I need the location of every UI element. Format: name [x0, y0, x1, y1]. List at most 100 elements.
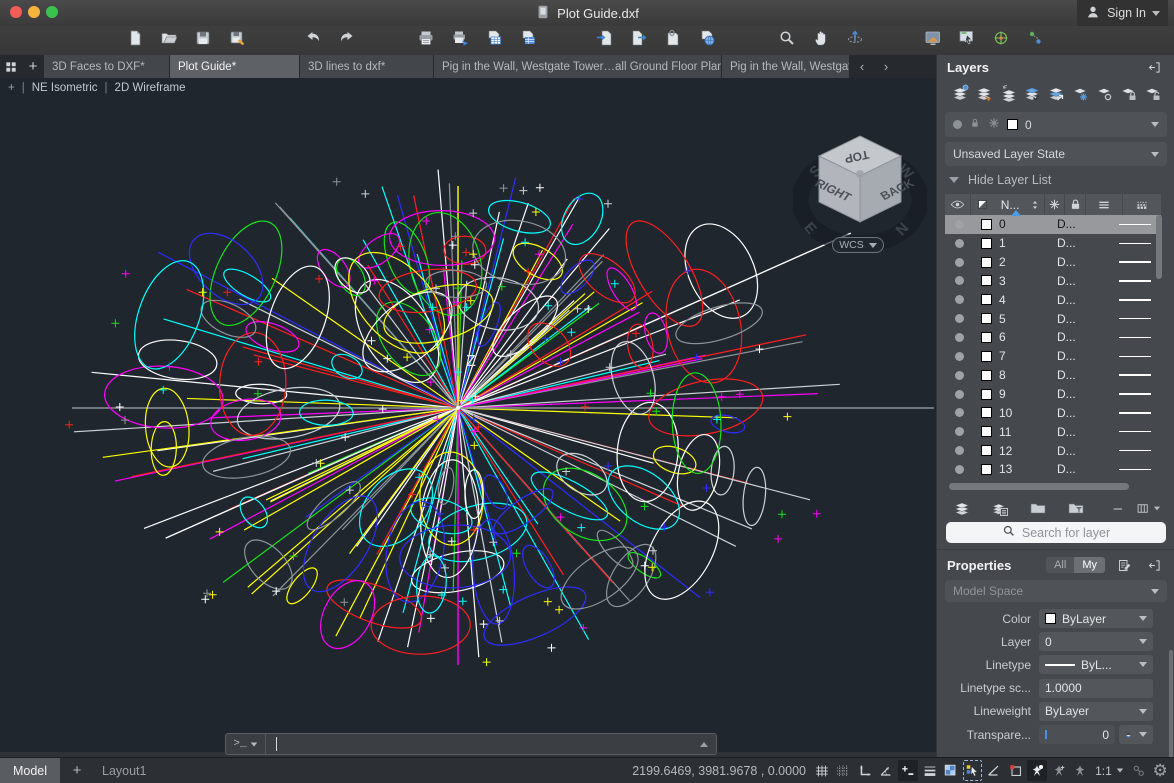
- layer-color-swatch[interactable]: [981, 351, 992, 362]
- properties-vscrollbar[interactable]: [1169, 650, 1173, 760]
- layer-color-swatch[interactable]: [981, 370, 992, 381]
- clean-screen-toggle[interactable]: [1006, 760, 1026, 781]
- new-drawing-tab-button[interactable]: +: [22, 55, 44, 78]
- column-lock[interactable]: [1065, 194, 1085, 215]
- layer-row[interactable]: 3D...: [945, 272, 1161, 291]
- linetype-scale-input[interactable]: 1.0000: [1039, 679, 1153, 698]
- column-name[interactable]: N...: [993, 194, 1027, 215]
- layer-on-icon[interactable]: [955, 276, 964, 285]
- transparency-toggle[interactable]: [941, 760, 961, 781]
- column-lineweight[interactable]: [1123, 194, 1161, 215]
- linetype-dropdown[interactable]: ByL...: [1039, 655, 1153, 674]
- save-as-button[interactable]: [224, 27, 250, 53]
- layer-on-icon[interactable]: [955, 220, 964, 229]
- layer-color-swatch[interactable]: [981, 426, 992, 437]
- transparency-mode-dropdown[interactable]: [1119, 725, 1153, 744]
- layer-search-input[interactable]: Search for layer: [946, 522, 1166, 543]
- pan-button[interactable]: [808, 27, 834, 53]
- tab-scroll-forward-button[interactable]: ›: [874, 55, 898, 78]
- tab-scroll-back-button[interactable]: ‹: [850, 55, 874, 78]
- layer-color-swatch[interactable]: [981, 464, 992, 475]
- model-canvas[interactable]: + | NE Isometric | 2D Wireframe Z S W E …: [0, 78, 936, 752]
- column-visibility[interactable]: [945, 194, 970, 215]
- export-button[interactable]: [626, 27, 652, 53]
- grid-toggle[interactable]: [812, 760, 832, 781]
- find-button[interactable]: [988, 27, 1014, 53]
- freeze-layer-button[interactable]: [1069, 82, 1091, 104]
- command-bar[interactable]: >_: [225, 733, 717, 755]
- current-layer-dropdown[interactable]: 0: [945, 112, 1167, 137]
- page-setup-button[interactable]: [481, 27, 507, 53]
- model-tab[interactable]: Model: [0, 758, 60, 783]
- layer-color-swatch[interactable]: [981, 389, 992, 400]
- annotation-autoscale-toggle[interactable]: [1049, 760, 1069, 781]
- selection-cycling-toggle[interactable]: [963, 760, 983, 781]
- layer-row[interactable]: 6D...: [945, 328, 1161, 347]
- save-button[interactable]: [190, 27, 216, 53]
- redo-button[interactable]: [334, 27, 360, 53]
- layer-row[interactable]: 0D...: [945, 215, 1161, 234]
- layer-on-icon[interactable]: [955, 390, 964, 399]
- annotation-scale-value[interactable]: 1:1: [1092, 764, 1127, 778]
- layer-on-icon[interactable]: [955, 239, 964, 248]
- unlock-layer-button[interactable]: [1141, 82, 1163, 104]
- layer-color-swatch[interactable]: [981, 445, 992, 456]
- wcs-selector[interactable]: WCS: [832, 237, 884, 253]
- column-linetype[interactable]: [1086, 194, 1122, 215]
- snap-toggle[interactable]: [834, 760, 854, 781]
- collapse-panel-icon[interactable]: [1143, 554, 1165, 576]
- tab-overview-button[interactable]: [0, 55, 22, 78]
- ortho-toggle[interactable]: [855, 760, 875, 781]
- settings-toggle[interactable]: ⚙: [1150, 760, 1170, 781]
- layer-color-swatch[interactable]: [981, 257, 992, 268]
- layer-list-hscrollbar[interactable]: [949, 483, 1129, 490]
- layer-color-swatch[interactable]: [981, 407, 992, 418]
- open-file-button[interactable]: [156, 27, 182, 53]
- sign-in-button[interactable]: Sign In: [1077, 0, 1168, 26]
- collapse-panel-icon[interactable]: [1143, 56, 1165, 78]
- new-file-button[interactable]: [122, 27, 148, 53]
- space-selector[interactable]: Model Space: [945, 580, 1167, 602]
- layer-row[interactable]: 9D...: [945, 385, 1161, 404]
- drawing-tab[interactable]: Pig in the Wall, Westgate Tower…all Grou…: [434, 55, 722, 78]
- new-group-button[interactable]: [1027, 497, 1049, 519]
- layer-row[interactable]: 1D...: [945, 234, 1161, 253]
- annotation-visibility-toggle[interactable]: [1027, 760, 1047, 781]
- layer-color-swatch[interactable]: [981, 219, 992, 230]
- layer-on-icon[interactable]: [955, 371, 964, 380]
- layer-on-icon[interactable]: [955, 333, 964, 342]
- viewport-config-button[interactable]: [920, 27, 946, 53]
- layer-dropdown[interactable]: 0: [1039, 632, 1153, 651]
- import-button[interactable]: [592, 27, 618, 53]
- new-layout-button[interactable]: +: [60, 762, 94, 779]
- undo-button[interactable]: [300, 27, 326, 53]
- hide-layer-list-toggle[interactable]: Hide Layer List: [949, 170, 1051, 190]
- layer-list-vscrollbar[interactable]: [1156, 215, 1162, 279]
- layer-row[interactable]: 11D...: [945, 422, 1161, 441]
- viewcube[interactable]: S W E N TOP RIGHT BACK: [793, 122, 927, 256]
- visual-style-selector[interactable]: 2D Wireframe: [115, 82, 186, 94]
- layer-on-icon[interactable]: [955, 446, 964, 455]
- group-filter-button[interactable]: [1065, 497, 1087, 519]
- new-layer-button[interactable]: [949, 82, 971, 104]
- undo-layer-button[interactable]: [997, 82, 1019, 104]
- view-selector[interactable]: NE Isometric: [32, 82, 98, 94]
- layer-on-icon[interactable]: [955, 314, 964, 323]
- column-freeze[interactable]: [1044, 194, 1064, 215]
- columns-button[interactable]: [1136, 501, 1161, 516]
- share-button[interactable]: [1022, 27, 1048, 53]
- drawing-tab[interactable]: Plot Guide*: [170, 55, 300, 78]
- drawing-tab[interactable]: Pig in the Wall, Westgate Tower…te I: [722, 55, 850, 78]
- layer-row[interactable]: 4D...: [945, 290, 1161, 309]
- layer-on-icon[interactable]: [955, 258, 964, 267]
- layer-color-swatch[interactable]: [981, 313, 992, 324]
- isolate-layer-button[interactable]: [951, 497, 973, 519]
- viewport-add-button[interactable]: +: [8, 82, 15, 94]
- color-dropdown[interactable]: ByLayer: [1039, 609, 1153, 628]
- layer-row[interactable]: 13D...: [945, 460, 1161, 479]
- off-layer-button[interactable]: [1093, 82, 1115, 104]
- layer-color-swatch[interactable]: [981, 275, 992, 286]
- layer-row[interactable]: 8D...: [945, 366, 1161, 385]
- layer-on-icon[interactable]: [955, 465, 964, 474]
- unit-link-toggle[interactable]: [1129, 760, 1149, 781]
